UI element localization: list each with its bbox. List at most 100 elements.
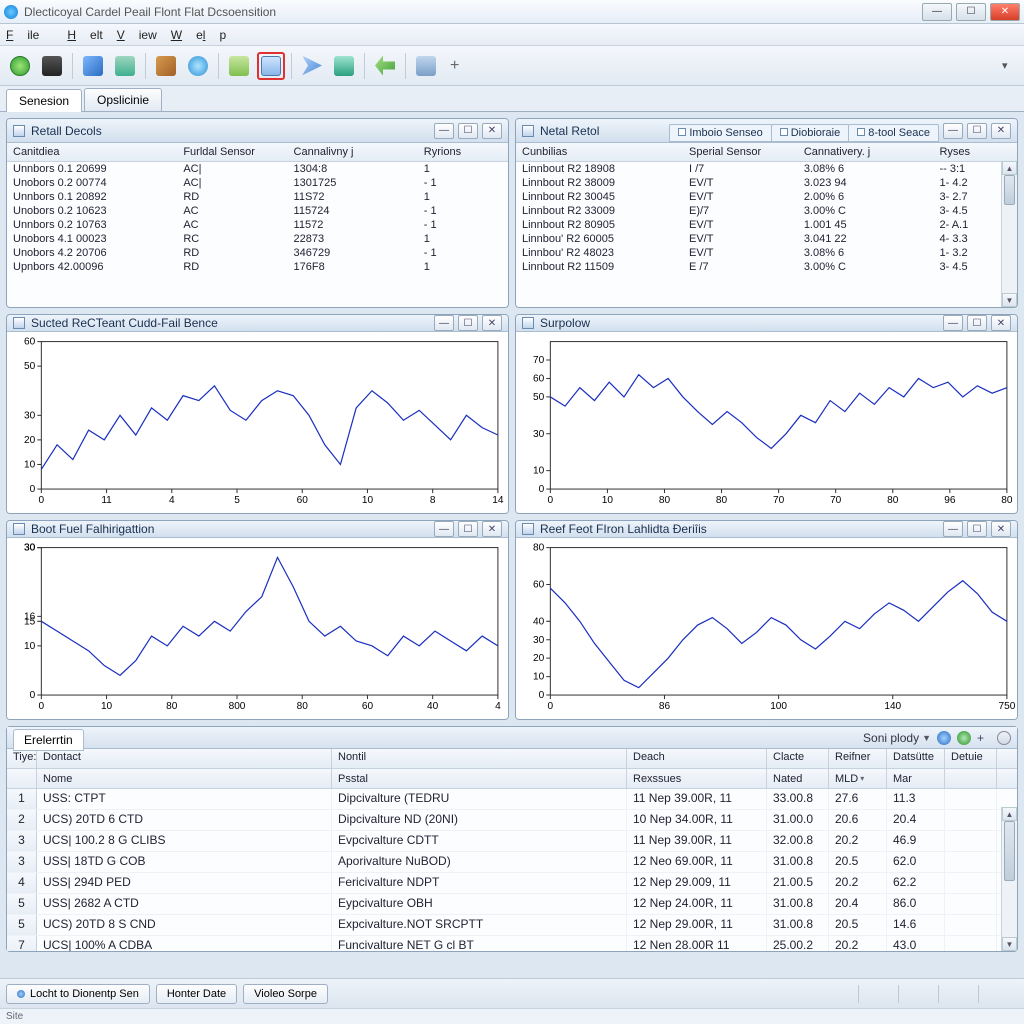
table-row[interactable]: Unobors 4.1 00023RC228731 — [7, 232, 508, 246]
scroll-thumb[interactable] — [1004, 175, 1015, 205]
toolbar-camera-button[interactable] — [38, 52, 66, 80]
status-button-2[interactable]: Honter Date — [156, 984, 237, 1004]
panel-close-button[interactable]: ✕ — [991, 521, 1011, 537]
toolbar-overflow-dropdown[interactable]: ▾ — [1002, 59, 1018, 72]
panel-maximize-button[interactable]: ☐ — [967, 521, 987, 537]
column-header[interactable]: Mar — [887, 769, 945, 788]
toolbar-pen-button[interactable] — [79, 52, 107, 80]
scroll-up-arrow-icon[interactable]: ▲ — [1002, 807, 1017, 821]
scrollbar-vertical[interactable]: ▲ ▼ — [1001, 807, 1017, 951]
column-header[interactable]: Nated — [767, 769, 829, 788]
table-row[interactable]: Linnbou' R2 48023EV/T3.08% 61- 3.2 — [516, 246, 1017, 260]
status-button-3[interactable]: Violeo Sorpe — [243, 984, 328, 1004]
scroll-down-arrow-icon[interactable]: ▼ — [1002, 293, 1017, 307]
toolbar-window-button[interactable] — [257, 52, 285, 80]
table-row[interactable]: 3USS| 18TD G COBAporivalture NuBOD)12 Ne… — [7, 852, 1017, 873]
window-close-button[interactable]: ✕ — [990, 3, 1020, 21]
panel-subtab[interactable]: Imboio Senseo — [669, 124, 771, 142]
panel-close-button[interactable]: ✕ — [482, 315, 502, 331]
scroll-up-arrow-icon[interactable]: ▲ — [1002, 161, 1017, 175]
table-row[interactable]: Linnbout R2 30045EV/T2.00% 63- 2.7 — [516, 190, 1017, 204]
panel-maximize-button[interactable]: ☐ — [458, 123, 478, 139]
tab-options[interactable]: Opslicinie — [84, 88, 162, 111]
panel-close-button[interactable]: ✕ — [991, 123, 1011, 139]
table-row[interactable]: Unobors 0.2 10623AC115724- 1 — [7, 204, 508, 218]
table-row[interactable]: Linnbou' R2 60005EV/T3.041 224- 3.3 — [516, 232, 1017, 246]
table-row[interactable]: 3UCS| 100.2 8 G CLIBSEvpcivalture CDTT11… — [7, 831, 1017, 852]
main-tabstrip: Senesion Opslicinie — [0, 86, 1024, 112]
table-row[interactable]: Unnbors 0.2 10763AC11572- 1 — [7, 218, 508, 232]
table-row[interactable]: 5UCS) 20TD 8 S CNDExpcivalture.NOT SRCPT… — [7, 915, 1017, 936]
column-header[interactable] — [7, 769, 37, 788]
panel-minimize-button[interactable]: — — [943, 521, 963, 537]
toolbar-flask-button[interactable] — [330, 52, 358, 80]
panel-close-button[interactable]: ✕ — [482, 521, 502, 537]
window-maximize-button[interactable]: ☐ — [956, 3, 986, 21]
toolbar-separator — [145, 53, 146, 79]
search-icon — [188, 56, 208, 76]
status-button-1[interactable]: Locht to Dionentp Sen — [6, 984, 150, 1004]
table-row[interactable]: 7UCS| 100% A CDBAFuncivalture NET G cl B… — [7, 936, 1017, 951]
panel-maximize-button[interactable]: ☐ — [458, 315, 478, 331]
column-header[interactable]: Nome — [37, 769, 332, 788]
toolbar-back-button[interactable] — [371, 52, 399, 80]
table-row[interactable]: Unobors 0.2 00774AC|1301725- 1 — [7, 176, 508, 190]
panel-minimize-button[interactable]: — — [434, 521, 454, 537]
bottom-tab[interactable]: Erelerrtin — [13, 729, 84, 751]
refresh-icon[interactable] — [937, 731, 951, 745]
svg-text:80: 80 — [1001, 495, 1013, 506]
scrollbar-vertical[interactable]: ▲ ▼ — [1001, 161, 1017, 307]
table-row[interactable]: Unobors 4.2 20706RD346729- 1 — [7, 246, 508, 260]
panel-close-button[interactable]: ✕ — [991, 315, 1011, 331]
panel-subtab[interactable]: Diobioraie — [771, 124, 850, 142]
menu-view[interactable]: View — [117, 28, 157, 42]
table-row[interactable]: 4USS| 294D PEDFericivalture NDPT12 Nep 2… — [7, 873, 1017, 894]
scroll-down-arrow-icon[interactable]: ▼ — [1002, 937, 1017, 951]
panel-maximize-button[interactable]: ☐ — [967, 315, 987, 331]
panel-minimize-button[interactable]: — — [943, 315, 963, 331]
panel-maximize-button[interactable]: ☐ — [967, 123, 987, 139]
window-minimize-button[interactable]: — — [922, 3, 952, 21]
table-row[interactable]: Linnbout R2 18908I /73.08% 6-- 3:1 — [516, 161, 1017, 176]
table-row[interactable]: 1USS: CTPTDipcivalture (TEDRU11 Nep 39.0… — [7, 789, 1017, 810]
table-row[interactable]: Linnbout R2 80905EV/T1.001 452- A.1 — [516, 218, 1017, 232]
add-icon[interactable] — [977, 731, 991, 745]
panel-maximize-button[interactable]: ☐ — [458, 521, 478, 537]
table-row[interactable]: Linnbout R2 11509E /73.00% C3- 4.5 — [516, 260, 1017, 274]
tab-session[interactable]: Senesion — [6, 89, 82, 112]
table-row[interactable]: 2UCS) 20TD 6 CTDDipcivalture ND (20NI)10… — [7, 810, 1017, 831]
sort-dropdown[interactable]: Soni plody▼ — [863, 731, 931, 745]
table-row[interactable]: 5USS| 2682 A CTDEypcivalture OBH12 Nep 2… — [7, 894, 1017, 915]
panel-minimize-button[interactable]: — — [943, 123, 963, 139]
column-header[interactable]: Rexssues — [627, 769, 767, 788]
panel-subtab[interactable]: 8-tool Seace — [848, 124, 939, 142]
toolbar-add-button[interactable]: + — [444, 57, 465, 75]
toolbar-go-button[interactable] — [6, 52, 34, 80]
table-row[interactable]: Upnbors 42.00096RD176F81 — [7, 260, 508, 274]
bottom-header-1: Tiye:DontactNontilDeachClacteReifnerDats… — [7, 749, 1017, 769]
panel-close-button[interactable]: ✕ — [482, 123, 502, 139]
panel-icon — [13, 523, 25, 535]
column-header[interactable] — [945, 769, 997, 788]
table-row[interactable]: Unnbors 0.1 20699AC|1304:81 — [7, 161, 508, 176]
collapse-icon[interactable] — [997, 731, 1011, 745]
panel-minimize-button[interactable]: — — [434, 123, 454, 139]
table-row[interactable]: Linnbout R2 33009E)/73.00% C3- 4.5 — [516, 204, 1017, 218]
column-header[interactable]: Psstal — [332, 769, 627, 788]
menu-helt[interactable]: Helt — [67, 28, 102, 42]
toolbar-trash-button[interactable] — [111, 52, 139, 80]
scroll-thumb[interactable] — [1004, 821, 1015, 881]
menu-file[interactable]: File — [6, 28, 53, 42]
toolbar-send-button[interactable] — [298, 52, 326, 80]
table-row[interactable]: Linnbout R2 38009EV/T3.023 941- 4.2 — [516, 176, 1017, 190]
column-header[interactable]: MLD▾ — [829, 769, 887, 788]
menu-welp[interactable]: Welp — [171, 28, 226, 42]
toolbar-search-button[interactable] — [184, 52, 212, 80]
user-icon[interactable] — [957, 731, 971, 745]
toolbar-graph-button[interactable] — [412, 52, 440, 80]
toolbar-chart-button[interactable] — [225, 52, 253, 80]
svg-text:80: 80 — [533, 543, 545, 554]
panel-minimize-button[interactable]: — — [434, 315, 454, 331]
table-row[interactable]: Unnbors 0.1 20892RD11S721 — [7, 190, 508, 204]
toolbar-pencil-button[interactable] — [152, 52, 180, 80]
